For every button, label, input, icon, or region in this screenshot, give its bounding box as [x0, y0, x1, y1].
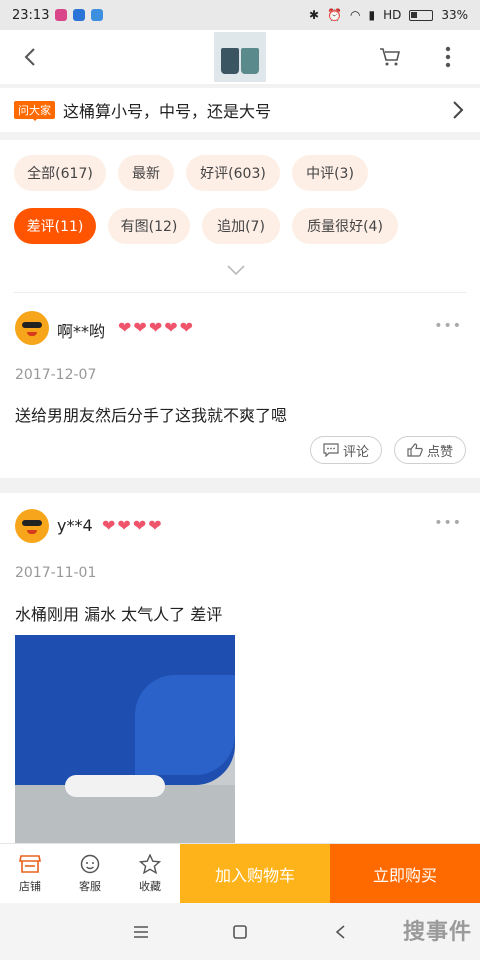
review-text: 水桶刚用 漏水 太气人了 差评	[15, 605, 223, 624]
filter-latest[interactable]: 最新	[118, 155, 174, 191]
avatar	[15, 509, 49, 543]
notification-app-icon	[73, 9, 86, 21]
divider	[14, 292, 466, 293]
customer-service-label: 客服	[79, 880, 101, 893]
reviewer-name: 啊**哟	[57, 322, 106, 341]
review-text: 送给男朋友然后分手了这我就不爽了嗯	[15, 406, 288, 425]
notification-app-icon	[91, 9, 104, 21]
filter-negative[interactable]: 差评(11)	[14, 208, 96, 244]
menu-icon[interactable]	[133, 925, 149, 939]
review-card: y**4 ❤ ❤ ❤ ❤ ••• 2017-11-01 水桶刚用 漏水 太气人了…	[0, 493, 480, 865]
back-button[interactable]	[0, 30, 60, 84]
status-time: 23:13	[12, 7, 50, 23]
customer-service-button[interactable]: 客服	[60, 844, 120, 904]
cart-button[interactable]	[370, 30, 410, 84]
heart-icon: ❤	[117, 516, 131, 535]
comment-icon	[323, 443, 339, 457]
battery-level: 33%	[441, 8, 468, 22]
ask-question: 这桶算小号，中号，还是大号	[63, 102, 272, 121]
comment-label: 评论	[342, 444, 369, 460]
review-more-icon[interactable]: •••	[434, 318, 462, 334]
like-button[interactable]: 点赞	[394, 436, 466, 464]
comment-button[interactable]: 评论	[310, 436, 382, 464]
review-date: 2017-11-01	[15, 565, 97, 581]
review-filters: 全部(617) 最新 好评(603) 中评(3) 差评(11) 有图(12) 追…	[0, 140, 480, 290]
back-arrow-icon	[24, 48, 35, 66]
product-thumbnail[interactable]	[214, 32, 266, 82]
status-bar: 23:13 ✱ ⏰ ◠ ▮ HD 33%	[0, 0, 480, 30]
avatar	[15, 311, 49, 345]
ask-everyone-bar[interactable]: 问大家 这桶算小号，中号，还是大号	[0, 88, 480, 132]
more-vertical-icon	[445, 46, 451, 68]
bucket-image	[221, 48, 239, 74]
expand-chevron-icon[interactable]	[226, 264, 246, 276]
wifi-icon: ◠	[349, 8, 361, 22]
filter-with-photos[interactable]: 有图(12)	[108, 208, 190, 244]
review-date: 2017-12-07	[15, 367, 97, 383]
notification-app-icon	[55, 9, 68, 21]
bottom-action-bar: 店铺 客服 收藏 加入购物车 立即购买	[0, 843, 480, 904]
review-photo[interactable]	[15, 635, 235, 865]
heart-icon: ❤	[164, 318, 178, 337]
system-nav-bar: 搜事件	[0, 903, 480, 960]
heart-icon: ❤	[102, 516, 116, 535]
star-icon	[139, 854, 161, 874]
filter-positive[interactable]: 好评(603)	[186, 155, 280, 191]
network-type: HD	[383, 8, 402, 22]
store-icon	[19, 855, 41, 873]
review-more-icon[interactable]: •••	[434, 515, 462, 531]
review-card: 啊**哟 ❤ ❤ ❤ ❤ ❤ ••• 2017-12-07 送给男朋友然后分手了…	[0, 290, 480, 478]
more-options-button[interactable]	[428, 30, 468, 84]
buy-now-button[interactable]: 立即购买	[330, 844, 480, 904]
filter-follow-up[interactable]: 追加(7)	[202, 208, 280, 244]
customer-service-icon	[80, 854, 100, 874]
chevron-right-icon	[453, 101, 464, 119]
filter-neutral[interactable]: 中评(3)	[292, 155, 368, 191]
add-to-cart-button[interactable]: 加入购物车	[180, 844, 330, 904]
filter-all[interactable]: 全部(617)	[14, 155, 106, 191]
favorite-button[interactable]: 收藏	[120, 844, 180, 904]
signal-icon: ▮	[368, 8, 376, 22]
like-label: 点赞	[426, 444, 453, 460]
favorite-label: 收藏	[139, 880, 161, 893]
cart-icon	[380, 48, 401, 66]
thumbs-up-icon	[407, 443, 423, 457]
reviewer-name: y**4	[57, 516, 93, 535]
heart-icon: ❤	[118, 318, 132, 337]
top-nav-bar	[0, 30, 480, 84]
filter-good-quality[interactable]: 质量很好(4)	[292, 208, 398, 244]
watermark: 搜事件	[402, 920, 472, 945]
ask-badge: 问大家	[14, 101, 55, 121]
heart-icon: ❤	[179, 318, 194, 337]
bluetooth-icon: ✱	[308, 8, 320, 22]
reviewer-level-hearts: ❤ ❤ ❤ ❤	[102, 518, 162, 534]
store-label: 店铺	[19, 880, 41, 893]
alarm-off-icon: ⏰	[327, 8, 342, 22]
heart-icon: ❤	[148, 318, 163, 337]
heart-icon: ❤	[133, 318, 147, 337]
back-nav-icon[interactable]	[334, 924, 346, 940]
bucket-image	[241, 48, 259, 74]
heart-icon: ❤	[148, 516, 162, 535]
home-icon[interactable]	[232, 924, 248, 940]
battery-icon	[409, 9, 434, 21]
heart-icon: ❤	[132, 516, 147, 535]
store-button[interactable]: 店铺	[0, 844, 60, 904]
reviewer-level-hearts: ❤ ❤ ❤ ❤ ❤	[118, 320, 193, 336]
